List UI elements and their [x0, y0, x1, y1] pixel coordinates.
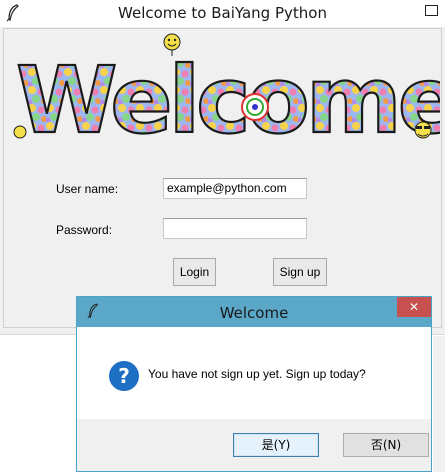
password-input[interactable]: [163, 218, 307, 239]
username-input[interactable]: example@python.com: [163, 178, 307, 199]
maximize-icon[interactable]: [416, 0, 445, 20]
background-area: [0, 336, 66, 472]
yes-button[interactable]: 是(Y): [233, 433, 319, 457]
main-window: Welcome to BaiYang Python Welcome User n…: [0, 0, 445, 335]
dialog-body: ? You have not sign up yet. Sign up toda…: [77, 327, 431, 419]
dialog-message: You have not sign up yet. Sign up today?: [148, 367, 366, 381]
smiley-icon: [13, 125, 27, 139]
dialog-title: Welcome: [219, 304, 289, 322]
username-label: User name:: [56, 182, 119, 196]
window-title: Welcome to BaiYang Python: [118, 4, 327, 22]
login-button[interactable]: Login: [173, 258, 216, 286]
dialog-titlebar[interactable]: Welcome ✕: [77, 297, 431, 327]
sunglasses-smiley-icon: [414, 121, 432, 139]
close-icon[interactable]: ✕: [397, 297, 431, 317]
password-label: Password:: [56, 223, 113, 237]
target-icon: [241, 93, 269, 121]
no-button[interactable]: 否(N): [343, 433, 429, 457]
question-icon: ?: [109, 361, 139, 391]
banner-text: Welcome: [16, 47, 440, 152]
welcome-banner-image: Welcome: [13, 33, 440, 152]
main-titlebar[interactable]: Welcome to BaiYang Python: [0, 0, 445, 27]
askyesno-dialog: Welcome ✕ ? You have not sign up yet. Si…: [76, 296, 432, 472]
signup-button[interactable]: Sign up: [273, 258, 327, 286]
background-area: [433, 336, 445, 472]
